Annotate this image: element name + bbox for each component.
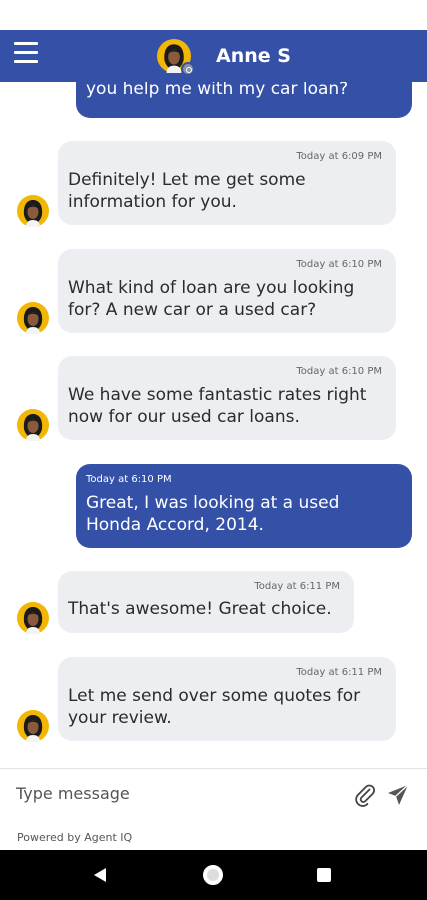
send-icon[interactable] [386,783,410,807]
message-timestamp: Today at 6:09 PM [296,151,382,162]
message-timestamp: Today at 6:10 PM [296,366,382,377]
paperclip-icon[interactable] [353,783,377,807]
message-incoming: Today at 6:10 PM What kind of loan are y… [58,249,396,333]
offline-status-icon [181,62,195,76]
message-incoming: Today at 6:10 PM We have some fantastic … [58,356,396,440]
app-header: Anne S [0,30,427,82]
back-triangle-icon[interactable] [92,867,108,883]
message-timestamp: Today at 6:11 PM [254,581,340,592]
message-composer: Powered by Agent IQ [0,768,427,850]
message-text: you help me with my car loan? [86,82,349,99]
message-line: for? A new car or a used car? [68,300,317,320]
message-outgoing: Today at 6:10 PM Great, I was looking at… [76,464,412,548]
status-bar [0,0,427,30]
message-text: That's awesome! Great choice. [68,598,332,620]
message-text: Let me send over some quotes for your re… [68,685,360,729]
chat-history[interactable]: you help me with my car loan? Today at 6… [0,82,427,768]
message-input[interactable] [16,777,336,809]
message-line: Great, I was looking at a used [86,493,340,513]
message-text: Definitely! Let me get some information … [68,169,306,213]
message-text: What kind of loan are you looking for? A… [68,277,354,321]
message-incoming: Today at 6:09 PM Definitely! Let me get … [58,141,396,225]
message-line: We have some fantastic rates right [68,385,367,405]
message-text: Great, I was looking at a used Honda Acc… [86,492,339,536]
agent-avatar [17,602,49,634]
recents-square-icon[interactable] [317,868,331,882]
powered-by-label: Powered by Agent IQ [17,831,133,844]
message-timestamp: Today at 6:11 PM [296,667,382,678]
hamburger-menu-icon[interactable] [14,42,40,66]
message-timestamp: Today at 6:10 PM [296,259,382,270]
agent-avatar [17,302,49,334]
message-line: Honda Accord, 2014. [86,515,264,535]
message-text: We have some fantastic rates right now f… [68,384,366,428]
home-circle-icon[interactable] [203,865,223,885]
system-navigation-bar [0,850,427,900]
contact-avatar[interactable] [157,39,195,76]
message-line: information for you. [68,192,237,212]
message-line: That's awesome! Great choice. [68,599,332,619]
agent-avatar [17,710,49,742]
message-line: your review. [68,708,172,728]
message-line: Definitely! Let me get some [68,170,306,190]
message-incoming: Today at 6:11 PM That's awesome! Great c… [58,571,354,633]
message-incoming: Today at 6:11 PM Let me send over some q… [58,657,396,741]
message-timestamp: Today at 6:10 PM [86,474,172,485]
agent-avatar [17,409,49,441]
message-line: Let me send over some quotes for [68,686,361,706]
message-line: now for our used car loans. [68,407,300,427]
message-outgoing: you help me with my car loan? [76,82,412,118]
contact-name: Anne S [216,45,291,67]
message-line: What kind of loan are you looking [68,278,355,298]
agent-avatar [17,195,49,227]
